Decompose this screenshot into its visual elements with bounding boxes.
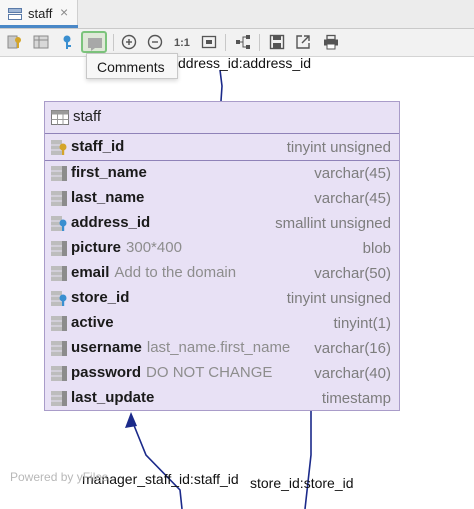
column-type: tinyint unsigned [286, 290, 391, 307]
edge-label-address: ddress_id:address_id [178, 55, 312, 71]
column-type: timestamp [321, 390, 391, 407]
column-name: store_id [71, 289, 130, 306]
tooltip-text: Comments [97, 59, 165, 75]
column-type: varchar(50) [314, 265, 391, 282]
column-name: picture 300*400 [71, 239, 182, 256]
column-row[interactable]: address_id smallint unsigned [45, 211, 399, 236]
column-name: password DO NOT CHANGE [71, 364, 273, 381]
column-icon [51, 366, 67, 381]
column-comment: last_name.first_name [146, 339, 291, 356]
column-name: address_id [71, 214, 151, 231]
column-icon [51, 391, 67, 406]
table-name: staff [73, 108, 102, 125]
powered-by-text: Powered by yFiles [10, 470, 109, 484]
column-name: last_name [71, 189, 145, 206]
column-icon [51, 166, 67, 181]
column-type: varchar(40) [314, 365, 391, 382]
column-icon [51, 241, 67, 256]
column-comment: Add to the domain [114, 264, 237, 281]
column-row[interactable]: last_name varchar(45) [45, 186, 399, 211]
column-icon [51, 266, 67, 281]
column-icon [51, 316, 67, 331]
column-row[interactable]: picture 300*400 blob [45, 236, 399, 261]
column-row[interactable]: password DO NOT CHANGE varchar(40) [45, 361, 399, 386]
edge-label-store: store_id:store_id [250, 475, 354, 491]
column-row-pk[interactable]: staff_id tinyint unsigned [45, 135, 399, 161]
edge-manager[interactable] [130, 417, 183, 509]
column-type: tinyint unsigned [286, 139, 391, 156]
column-name: email Add to the domain [71, 264, 237, 281]
column-name: username last_name.first_name [71, 339, 291, 356]
column-row[interactable]: first_name varchar(45) [45, 161, 399, 186]
table-node-staff[interactable]: staff staff_id tinyint unsigned first_na… [44, 101, 400, 411]
column-name: first_name [71, 164, 147, 181]
column-type: tinyint(1) [333, 315, 391, 332]
foreign-key-icon [51, 216, 67, 231]
column-name: last_update [71, 389, 155, 406]
column-icon [51, 341, 67, 356]
primary-key-icon [51, 140, 67, 155]
column-type: smallint unsigned [275, 215, 391, 232]
column-name: staff_id [71, 138, 125, 155]
column-comment: DO NOT CHANGE [146, 364, 273, 381]
column-type: varchar(16) [314, 340, 391, 357]
column-comment: 300*400 [126, 239, 182, 256]
comments-tooltip: Comments [86, 53, 178, 79]
column-row[interactable]: store_id tinyint unsigned [45, 286, 399, 311]
table-header: staff [45, 102, 399, 134]
column-type: blob [362, 240, 391, 257]
column-row[interactable]: email Add to the domain varchar(50) [45, 261, 399, 286]
edge-manager-arrowhead [125, 412, 137, 428]
column-type: varchar(45) [314, 190, 391, 207]
column-row[interactable]: active tinyint(1) [45, 311, 399, 336]
column-icon [51, 191, 67, 206]
edge-store[interactable] [304, 411, 312, 509]
column-row[interactable]: username last_name.first_name varchar(16) [45, 336, 399, 361]
edge-address[interactable] [219, 69, 223, 102]
foreign-key-icon [51, 291, 67, 306]
table-icon [51, 110, 69, 125]
column-row[interactable]: last_update timestamp [45, 386, 399, 411]
column-name: active [71, 314, 114, 331]
column-type: varchar(45) [314, 165, 391, 182]
